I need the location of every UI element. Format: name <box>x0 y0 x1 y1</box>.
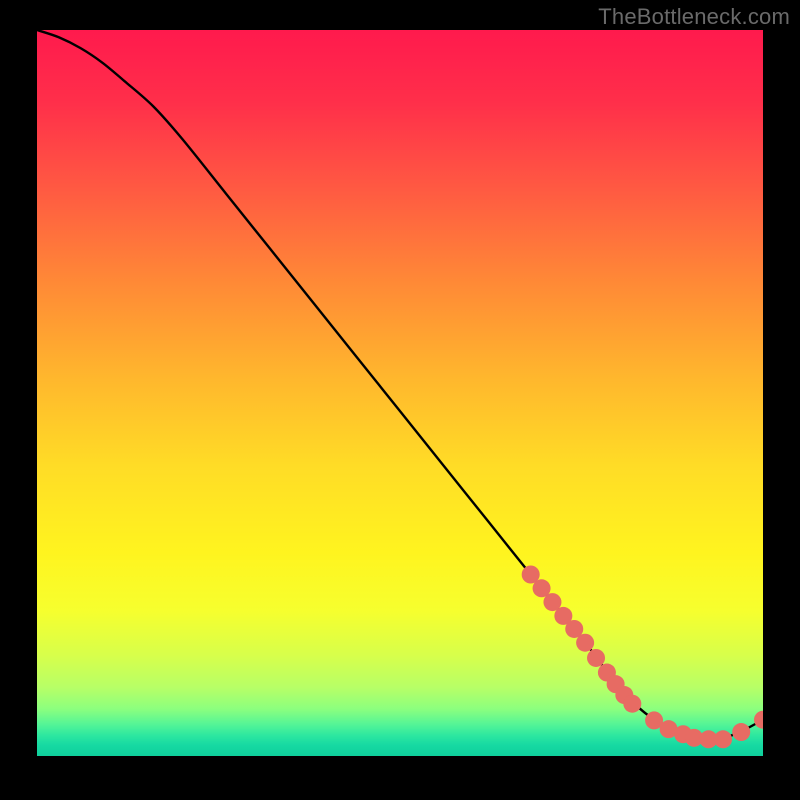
highlight-dot <box>576 634 594 652</box>
highlight-dot <box>623 695 641 713</box>
highlight-dot <box>732 723 750 741</box>
gradient-background <box>37 30 763 756</box>
plot-svg <box>37 30 763 756</box>
chart-frame: TheBottleneck.com <box>0 0 800 800</box>
highlight-dot <box>714 730 732 748</box>
highlight-dot <box>587 649 605 667</box>
watermark-text: TheBottleneck.com <box>598 4 790 30</box>
plot-area <box>37 30 763 756</box>
